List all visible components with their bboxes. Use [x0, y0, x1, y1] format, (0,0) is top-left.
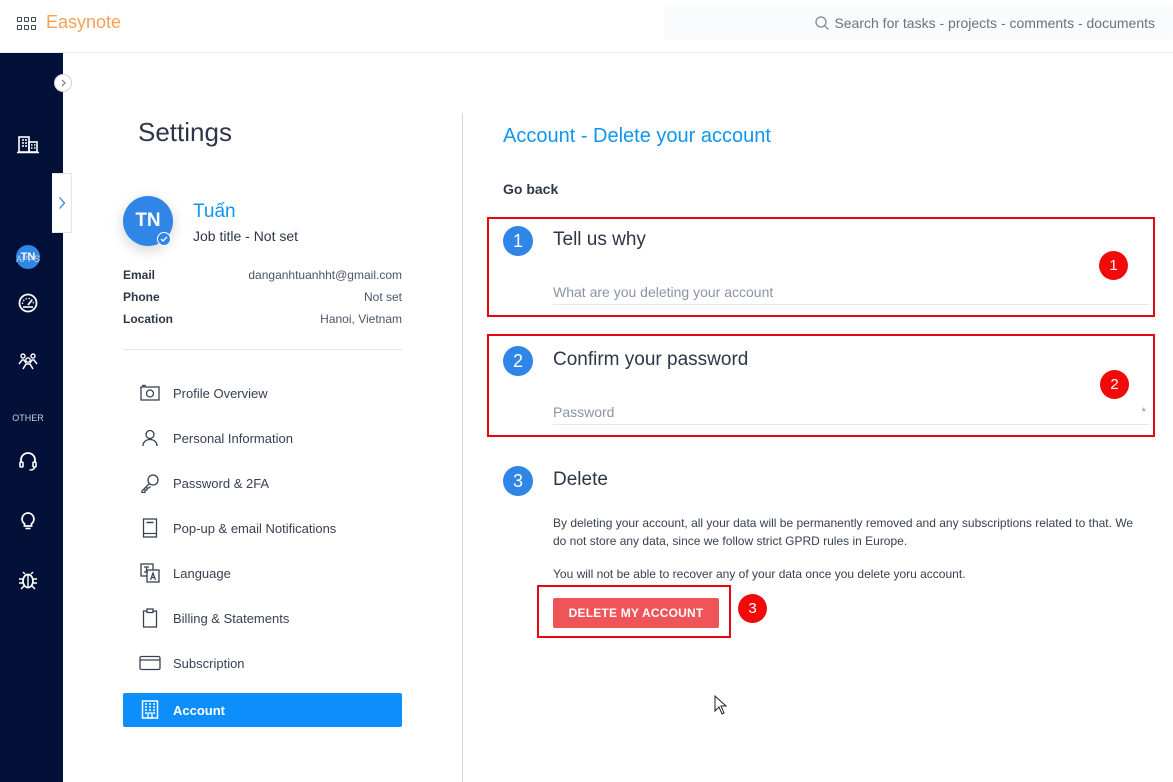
info-label: Location	[123, 312, 173, 326]
column-separator	[462, 113, 463, 782]
menu-item-label: Pop-up & email Notifications	[173, 520, 337, 536]
search-placeholder: Search for tasks - projects - comments -…	[834, 14, 1155, 31]
settings-title: Settings	[138, 117, 232, 147]
apps-section-label: APPS	[15, 254, 40, 264]
camera-icon	[139, 382, 161, 404]
menu-item-subscription[interactable]: Subscription	[123, 646, 402, 680]
info-value: Not set	[363, 290, 402, 304]
menu-item-label: Profile Overview	[173, 385, 268, 401]
reason-input[interactable]: What are you deleting your account	[553, 279, 1149, 305]
step-number-1: 1	[503, 226, 533, 256]
menu-item-personal-information[interactable]: Personal Information	[123, 421, 402, 455]
profile-info-location: Location Hanoi, Vietnam	[123, 312, 402, 326]
info-value: Hanoi, Vietnam	[320, 312, 402, 326]
page-title: Account - Delete your account	[503, 125, 771, 147]
step-title-2: Confirm your password	[553, 349, 749, 370]
info-label: Phone	[123, 290, 160, 304]
top-bar: Easynote Search for tasks - projects - c…	[0, 0, 1173, 53]
step-title-3: Delete	[553, 469, 608, 490]
team-icon[interactable]	[17, 351, 39, 373]
sidebar-collapse-button[interactable]	[54, 74, 72, 92]
menu-item-label: Account	[173, 702, 225, 718]
password-placeholder: Password	[553, 403, 615, 420]
company-icon[interactable]	[17, 133, 39, 155]
required-mark: *	[1141, 404, 1146, 419]
search-input[interactable]: Search for tasks - projects - comments -…	[664, 5, 1173, 40]
delete-account-button[interactable]: DELETE MY ACCOUNT	[553, 598, 719, 628]
menu-item-label: Personal Information	[173, 430, 293, 446]
menu-item-billing[interactable]: Billing & Statements	[123, 601, 402, 635]
translate-icon	[139, 562, 161, 584]
delete-description: By deleting your account, all your data …	[553, 516, 1134, 548]
search-icon	[815, 15, 830, 30]
lightbulb-icon[interactable]	[17, 510, 39, 532]
user-icon	[139, 427, 161, 449]
go-back-link[interactable]: Go back	[503, 181, 558, 197]
bug-icon[interactable]	[17, 569, 39, 591]
menu-item-profile-overview[interactable]: Profile Overview	[123, 376, 402, 410]
chevron-right-icon	[61, 79, 66, 87]
apps-grid-icon[interactable]	[17, 17, 37, 31]
menu-item-account[interactable]: Account	[123, 693, 402, 727]
profile-divider	[123, 349, 402, 350]
menu-item-label: Password & 2FA	[173, 475, 270, 491]
verified-check-icon	[157, 232, 171, 246]
annotation-badge-1: 1	[1099, 251, 1128, 280]
annotation-badge-3: 3	[738, 594, 767, 623]
avatar-initials: TN	[135, 210, 161, 231]
menu-item-label: Language	[173, 565, 231, 581]
sidebar-expand-tab[interactable]	[52, 173, 72, 233]
profile-info-phone: Phone Not set	[123, 290, 402, 304]
mouse-cursor-icon	[714, 695, 728, 715]
info-value: danganhtuanhht@gmail.com	[248, 268, 402, 282]
menu-item-label: Billing & Statements	[173, 610, 290, 626]
profile-avatar: TN	[123, 196, 173, 246]
building-icon	[139, 699, 161, 721]
reason-placeholder: What are you deleting your account	[553, 283, 774, 300]
menu-item-label: Subscription	[173, 655, 245, 671]
menu-item-notifications[interactable]: Pop-up & email Notifications	[123, 511, 402, 545]
nav-sidebar: TN APPS OTHER	[0, 53, 63, 782]
notebook-icon	[139, 517, 161, 539]
annotation-badge-2: 2	[1100, 370, 1129, 399]
dashboard-icon[interactable]	[17, 292, 39, 314]
profile-info-email: Email danganhtuanhht@gmail.com	[123, 268, 402, 282]
menu-item-language[interactable]: Language	[123, 556, 402, 590]
password-input[interactable]: Password *	[553, 399, 1149, 425]
step-title-1: Tell us why	[553, 229, 646, 250]
card-icon	[139, 652, 161, 674]
menu-item-password-2fa[interactable]: Password & 2FA	[123, 466, 402, 500]
delete-warning: You will not be able to recover any of y…	[553, 567, 966, 581]
clipboard-icon	[139, 607, 161, 629]
other-section-label: OTHER	[12, 413, 44, 423]
step-number-2: 2	[503, 346, 533, 376]
support-headset-icon[interactable]	[17, 450, 39, 472]
profile-job-title: Job title - Not set	[193, 228, 299, 244]
step-number-3: 3	[503, 466, 533, 496]
key-icon	[139, 472, 161, 494]
profile-name: Tuấn	[193, 201, 236, 222]
brand-logo[interactable]: Easynote	[46, 12, 121, 33]
chevron-right-icon	[58, 197, 65, 209]
info-label: Email	[123, 268, 156, 282]
